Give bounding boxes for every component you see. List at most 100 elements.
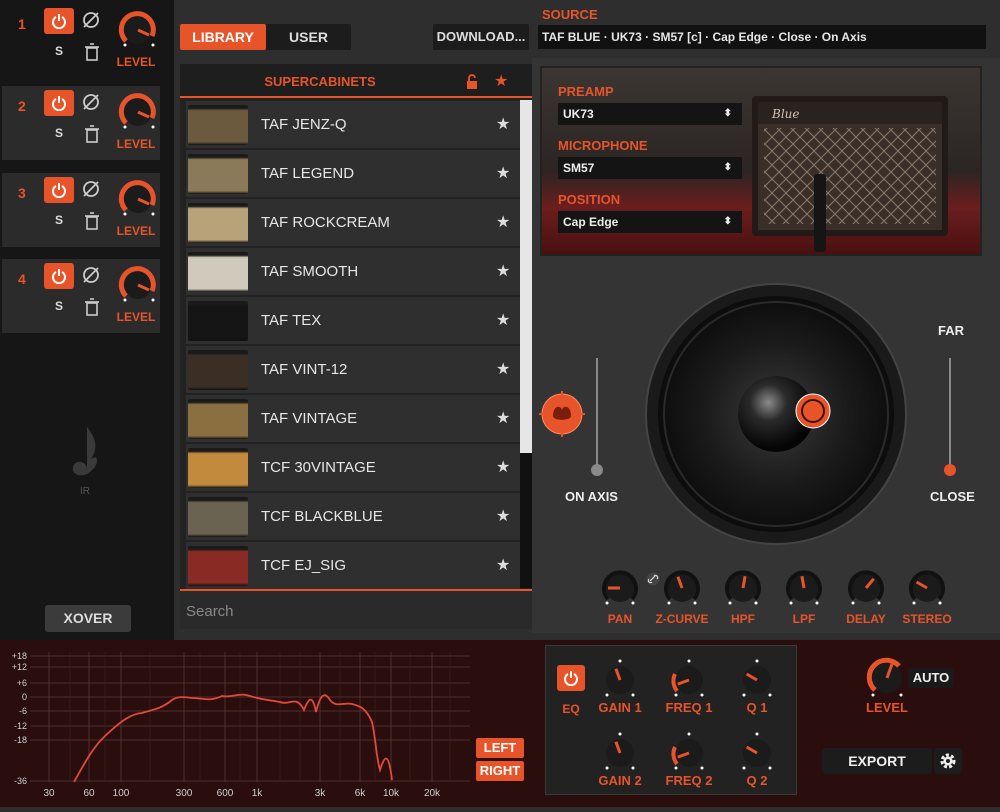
favorite-star-icon[interactable]: ★ bbox=[496, 212, 510, 232]
xover-button[interactable]: XOVER bbox=[45, 605, 131, 632]
library-item-name: TCF BLACKBLUE bbox=[261, 508, 383, 525]
preamp-select[interactable]: UK73 ⬍ bbox=[558, 103, 742, 125]
output-level-knob[interactable] bbox=[864, 655, 910, 701]
knob-label: PAN bbox=[607, 612, 633, 626]
eq-knob-label: FREQ 1 bbox=[665, 700, 713, 715]
favorite-star-icon[interactable]: ★ bbox=[496, 114, 510, 134]
microphone-value: SM57 bbox=[563, 161, 595, 175]
knob-pan[interactable] bbox=[598, 566, 642, 610]
y-tick-label: +12 bbox=[12, 662, 27, 672]
tab-user[interactable]: USER bbox=[266, 24, 351, 50]
favorite-star-icon[interactable]: ★ bbox=[496, 457, 510, 477]
position-select[interactable]: Cap Edge ⬍ bbox=[558, 211, 742, 233]
library-item[interactable]: TAF LEGEND ★ bbox=[186, 150, 520, 198]
favorite-star-icon[interactable]: ★ bbox=[496, 555, 510, 575]
favorite-star-icon[interactable]: ★ bbox=[496, 261, 510, 281]
library-item-name: TAF VINT-12 bbox=[261, 361, 348, 378]
power-button[interactable] bbox=[44, 263, 74, 289]
updown-icon: ⬍ bbox=[723, 108, 732, 119]
library-item[interactable]: TAF VINT-12 ★ bbox=[186, 346, 520, 394]
favorite-star-icon[interactable]: ★ bbox=[496, 310, 510, 330]
eq-power-button[interactable] bbox=[557, 665, 585, 691]
eq-graph-panel: +18 +12 +6 0 -6 -12 -18 -36 30 60 100 300 600 1k 3k 6k 1… bbox=[0, 640, 533, 807]
trash-icon[interactable] bbox=[84, 43, 100, 61]
library-item-name: TCF EJ_SIG bbox=[261, 557, 347, 574]
distance-slider[interactable] bbox=[949, 358, 951, 468]
knob-lpf[interactable] bbox=[782, 566, 826, 610]
library-item[interactable]: TAF TEX ★ bbox=[186, 297, 520, 345]
power-icon bbox=[52, 269, 66, 284]
eq-knob-q2[interactable] bbox=[735, 731, 779, 775]
level-label: LEVEL bbox=[116, 137, 156, 151]
trash-icon[interactable] bbox=[84, 298, 100, 316]
eq-frequency-graph[interactable]: +18+12 +6 0 -6 -12 -18 -36 30 60 100 300 600 1k 3k 6k 1… bbox=[0, 640, 533, 807]
knob-stereo[interactable] bbox=[905, 566, 949, 610]
library-item[interactable]: TCF EJ_SIG ★ bbox=[186, 542, 520, 590]
left-channel-button[interactable]: LEFT bbox=[476, 738, 524, 758]
library-item[interactable]: TCF 30VINTAGE ★ bbox=[186, 444, 520, 492]
right-channel-button[interactable]: RIGHT bbox=[476, 761, 524, 781]
power-button[interactable] bbox=[44, 90, 74, 116]
microphone-select[interactable]: SM57 ⬍ bbox=[558, 157, 742, 179]
phase-invert-icon[interactable] bbox=[82, 93, 100, 111]
library-item[interactable]: TAF VINTAGE ★ bbox=[186, 395, 520, 443]
level-knob[interactable] bbox=[116, 8, 160, 52]
solo-button[interactable]: S bbox=[50, 297, 68, 315]
favorites-star-icon[interactable]: ★ bbox=[494, 71, 508, 91]
phase-invert-icon[interactable] bbox=[82, 266, 100, 284]
trash-icon[interactable] bbox=[84, 125, 100, 143]
search-input[interactable] bbox=[186, 601, 516, 621]
favorite-star-icon[interactable]: ★ bbox=[496, 359, 510, 379]
level-knob[interactable] bbox=[116, 263, 160, 307]
library-item[interactable]: TCF BLACKBLUE ★ bbox=[186, 493, 520, 541]
power-icon bbox=[564, 671, 578, 686]
library-item-name: TAF ROCKCREAM bbox=[261, 214, 390, 231]
power-icon bbox=[52, 183, 66, 198]
export-button[interactable]: EXPORT bbox=[822, 748, 932, 774]
library-item[interactable]: TAF JENZ-Q ★ bbox=[186, 101, 520, 149]
distance-slider-thumb[interactable] bbox=[944, 464, 956, 476]
favorite-star-icon[interactable]: ★ bbox=[496, 408, 510, 428]
eq-knob-gain2[interactable] bbox=[598, 731, 642, 775]
phase-invert-icon[interactable] bbox=[82, 180, 100, 198]
auto-button[interactable]: AUTO bbox=[908, 668, 954, 688]
solo-button[interactable]: S bbox=[50, 42, 68, 60]
on-axis-slider[interactable] bbox=[596, 358, 598, 468]
level-knob[interactable] bbox=[116, 90, 160, 134]
eq-knob-freq2[interactable] bbox=[667, 731, 711, 775]
cabinet-thumbnail bbox=[188, 203, 248, 243]
knob-label: LPF bbox=[792, 612, 816, 626]
library-item-name: TAF SMOOTH bbox=[261, 263, 359, 280]
settings-button[interactable] bbox=[934, 748, 962, 774]
eq-knob-gain1[interactable] bbox=[598, 658, 642, 702]
solo-button[interactable]: S bbox=[50, 211, 68, 229]
tab-library[interactable]: LIBRARY bbox=[180, 24, 266, 50]
lock-icon[interactable] bbox=[465, 74, 479, 90]
favorite-star-icon[interactable]: ★ bbox=[496, 163, 510, 183]
link-icon[interactable] bbox=[646, 572, 660, 586]
phase-invert-icon[interactable] bbox=[82, 11, 100, 29]
download-button[interactable]: DOWNLOAD... bbox=[433, 24, 529, 50]
level-knob[interactable] bbox=[116, 177, 160, 221]
power-button[interactable] bbox=[44, 8, 74, 34]
mic-position-handle-icon[interactable] bbox=[539, 391, 585, 437]
solo-button[interactable]: S bbox=[50, 124, 68, 142]
favorite-star-icon[interactable]: ★ bbox=[496, 506, 510, 526]
cabinet-thumbnail bbox=[188, 350, 248, 390]
knob-hpf[interactable] bbox=[721, 566, 765, 610]
x-tick-label: 60 bbox=[83, 788, 95, 799]
library-item[interactable]: TAF SMOOTH ★ bbox=[186, 248, 520, 296]
eq-knob-q1[interactable] bbox=[735, 658, 779, 702]
knob-z-curve[interactable] bbox=[660, 566, 704, 610]
y-tick-label: +18 bbox=[12, 651, 27, 661]
power-button[interactable] bbox=[44, 177, 74, 203]
library-item[interactable]: TAF ROCKCREAM ★ bbox=[186, 199, 520, 247]
knob-delay[interactable] bbox=[844, 566, 888, 610]
x-tick-label: 3k bbox=[315, 788, 327, 799]
scrollbar-thumb[interactable] bbox=[520, 100, 532, 453]
eq-knob-freq1[interactable] bbox=[667, 658, 711, 702]
on-axis-slider-thumb[interactable] bbox=[591, 464, 603, 476]
trash-icon[interactable] bbox=[84, 212, 100, 230]
library-item-name: TAF JENZ-Q bbox=[261, 116, 347, 133]
speaker-cone[interactable] bbox=[645, 283, 907, 545]
